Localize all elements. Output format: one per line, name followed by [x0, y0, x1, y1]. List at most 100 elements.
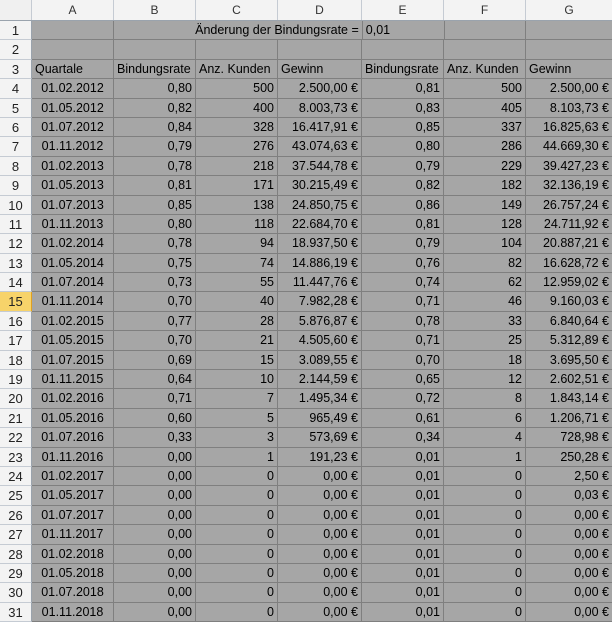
row-header[interactable]: 20: [0, 389, 32, 409]
cell-anz-kunden-2[interactable]: 500: [444, 79, 526, 99]
cell-anz-kunden-1[interactable]: 328: [196, 117, 278, 138]
row-header[interactable]: 8: [0, 156, 32, 177]
cell-gewinn-1[interactable]: 0,00 €: [278, 505, 362, 526]
select-all-corner[interactable]: [0, 0, 32, 20]
cell-bindungsrate-1[interactable]: 0,69: [114, 350, 196, 371]
cell-gewinn-1[interactable]: 3.089,55 €: [278, 350, 362, 371]
cell-date[interactable]: 01.02.2018: [32, 544, 114, 564]
cell-anz-kunden-1[interactable]: 40: [196, 292, 278, 312]
cell-bindungsrate-1[interactable]: 0,00: [114, 563, 196, 584]
cell-bindungsrate-2[interactable]: 0,65: [362, 370, 444, 390]
cell-bindungsrate-1[interactable]: 0,64: [114, 370, 196, 390]
cell-anz-kunden-2[interactable]: 18: [444, 350, 526, 371]
cell-anz-kunden-2[interactable]: 0: [444, 544, 526, 564]
column-header-c[interactable]: C: [196, 0, 278, 20]
cell-anz-kunden-2[interactable]: 82: [444, 253, 526, 274]
row-header[interactable]: 16: [0, 311, 32, 332]
column-header-g[interactable]: G: [526, 0, 612, 20]
cell-anz-kunden-2[interactable]: 25: [444, 331, 526, 351]
cell-gewinn-2[interactable]: 16.628,72 €: [526, 253, 612, 274]
row-header[interactable]: 15: [0, 292, 32, 312]
column-header-b[interactable]: B: [114, 0, 196, 20]
header-quartale[interactable]: Quartale: [32, 59, 114, 80]
cell-gewinn-2[interactable]: 5.312,89 €: [526, 331, 612, 351]
cell-bindungsrate-2[interactable]: 0,01: [362, 525, 444, 545]
cell-gewinn-1[interactable]: 0,00 €: [278, 486, 362, 506]
cell-date[interactable]: 01.07.2012: [32, 117, 114, 138]
cell-gewinn-2[interactable]: 2.602,51 €: [526, 370, 612, 390]
header-gewinn-1[interactable]: Gewinn: [278, 59, 362, 80]
cell-gewinn-2[interactable]: 6.840,64 €: [526, 311, 612, 332]
cell-gewinn-1[interactable]: 30.215,49 €: [278, 176, 362, 196]
row-header[interactable]: 6: [0, 117, 32, 138]
cell-bindungsrate-1[interactable]: 0,81: [114, 176, 196, 196]
cell-gewinn-1[interactable]: 0,00 €: [278, 525, 362, 545]
row-header[interactable]: 19: [0, 370, 32, 390]
cell-anz-kunden-2[interactable]: 8: [444, 389, 526, 409]
cell-date[interactable]: 01.11.2015: [32, 370, 114, 390]
cell-f2[interactable]: [444, 40, 526, 60]
cell-gewinn-2[interactable]: 20.887,21 €: [526, 234, 612, 254]
row-header[interactable]: 3: [0, 59, 32, 80]
cell-anz-kunden-2[interactable]: 0: [444, 486, 526, 506]
cell-gewinn-1[interactable]: 24.850,75 €: [278, 195, 362, 215]
cell-date[interactable]: 01.02.2017: [32, 466, 114, 487]
cell-bindungsrate-2[interactable]: 0,71: [362, 331, 444, 351]
cell-gewinn-2[interactable]: 0,00 €: [526, 583, 612, 603]
cell-anz-kunden-1[interactable]: 10: [196, 370, 278, 390]
cell-bindungsrate-2[interactable]: 0,81: [362, 214, 444, 235]
cell-gewinn-1[interactable]: 4.505,60 €: [278, 331, 362, 351]
cell-bindungsrate-2[interactable]: 0,01: [362, 544, 444, 564]
cell-gewinn-1[interactable]: 573,69 €: [278, 428, 362, 448]
cell-bindungsrate-1[interactable]: 0,00: [114, 466, 196, 487]
cell-bindungsrate-1[interactable]: 0,77: [114, 311, 196, 332]
cell-bindungsrate-2[interactable]: 0,83: [362, 98, 444, 118]
cell-bindungsrate-1[interactable]: 0,79: [114, 137, 196, 157]
cell-bindungsrate-1[interactable]: 0,82: [114, 98, 196, 118]
cell-anz-kunden-1[interactable]: 21: [196, 331, 278, 351]
cell-gewinn-2[interactable]: 24.711,92 €: [526, 214, 612, 235]
cell-bindungsrate-2[interactable]: 0,79: [362, 234, 444, 254]
cell-bindungsrate-1[interactable]: 0,00: [114, 544, 196, 564]
cell-bindungsrate-1[interactable]: 0,00: [114, 447, 196, 467]
cell-e1-value[interactable]: 0,01: [362, 21, 445, 41]
cell-gewinn-1[interactable]: 2.500,00 €: [278, 79, 362, 99]
cell-anz-kunden-1[interactable]: 28: [196, 311, 278, 332]
cell-date[interactable]: 01.11.2013: [32, 214, 114, 235]
cell-bindungsrate-2[interactable]: 0,01: [362, 486, 444, 506]
cell-date[interactable]: 01.05.2014: [32, 253, 114, 274]
row-header[interactable]: 24: [0, 466, 32, 487]
row-header[interactable]: 12: [0, 234, 32, 254]
cell-f1[interactable]: [444, 21, 527, 41]
cell-anz-kunden-1[interactable]: 55: [196, 273, 278, 293]
cell-anz-kunden-1[interactable]: 15: [196, 350, 278, 371]
cell-gewinn-2[interactable]: 1.843,14 €: [526, 389, 612, 409]
cell-gewinn-2[interactable]: 0,03 €: [526, 486, 612, 506]
row-header[interactable]: 23: [0, 447, 32, 467]
cell-gewinn-1[interactable]: 191,23 €: [278, 447, 362, 467]
cell-date[interactable]: 01.05.2013: [32, 176, 114, 196]
cell-bindungsrate-2[interactable]: 0,01: [362, 466, 444, 487]
cell-gewinn-2[interactable]: 44.669,30 €: [526, 137, 612, 157]
cell-gewinn-2[interactable]: 0,00 €: [526, 525, 612, 545]
cell-bindungsrate-1[interactable]: 0,80: [114, 79, 196, 99]
cell-gewinn-1[interactable]: 16.417,91 €: [278, 117, 362, 138]
cell-date[interactable]: 01.02.2014: [32, 234, 114, 254]
cell-bindungsrate-2[interactable]: 0,78: [362, 311, 444, 332]
cell-date[interactable]: 01.07.2015: [32, 350, 114, 371]
cell-gewinn-1[interactable]: 0,00 €: [278, 466, 362, 487]
cell-anz-kunden-1[interactable]: 0: [196, 466, 278, 487]
cell-bindungsrate-1[interactable]: 0,78: [114, 156, 196, 177]
cell-anz-kunden-2[interactable]: 229: [444, 156, 526, 177]
cell-date[interactable]: 01.02.2013: [32, 156, 114, 177]
cell-b2[interactable]: [114, 40, 196, 60]
cell-anz-kunden-2[interactable]: 405: [444, 98, 526, 118]
header-anz-kunden-2[interactable]: Anz. Kunden: [444, 59, 526, 80]
cell-gewinn-2[interactable]: 39.427,23 €: [526, 156, 612, 177]
column-header-e[interactable]: E: [362, 0, 444, 20]
cell-a2[interactable]: [32, 40, 114, 60]
cell-anz-kunden-1[interactable]: 0: [196, 544, 278, 564]
cell-anz-kunden-1[interactable]: 0: [196, 505, 278, 526]
cell-gewinn-2[interactable]: 250,28 €: [526, 447, 612, 467]
cell-gewinn-1[interactable]: 8.003,73 €: [278, 98, 362, 118]
